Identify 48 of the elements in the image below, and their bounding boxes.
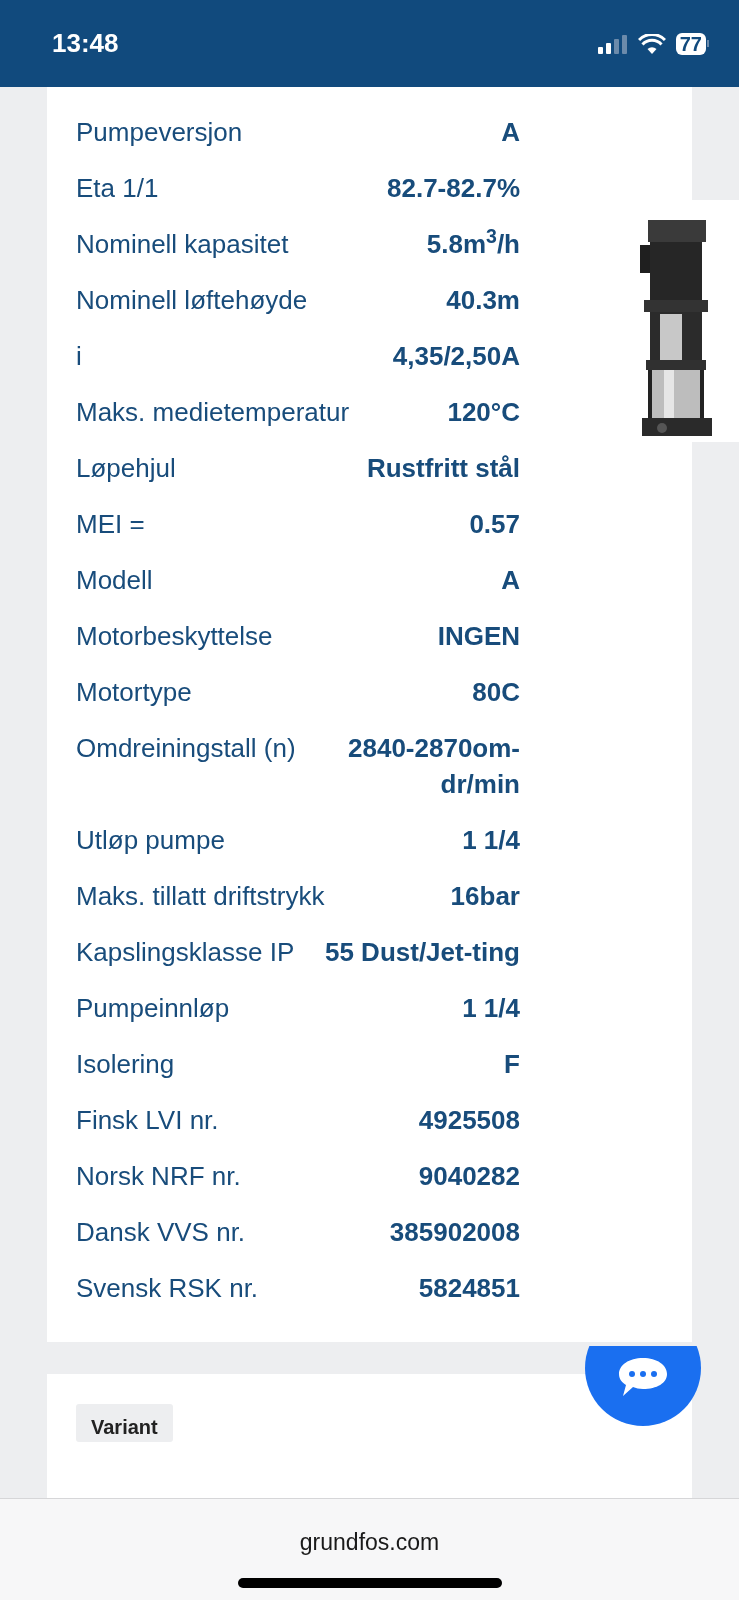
variant-tab[interactable]: Variant [76, 1404, 173, 1442]
spec-value: 2840-2870om-dr/min [347, 732, 520, 801]
spec-label: Nominell kapasitet [76, 228, 290, 261]
spec-value: 385902008 [389, 1216, 520, 1249]
spec-value: 55 Dust/Jet-ting [324, 936, 520, 969]
spec-label: Kapslingsklasse IP [76, 936, 296, 969]
spec-value: F [504, 1048, 520, 1081]
spec-value: 16bar [450, 880, 520, 913]
spec-label: Isolering [76, 1048, 176, 1081]
spec-value: 5824851 [418, 1272, 520, 1305]
spec-label: Norsk NRF nr. [76, 1160, 242, 1193]
spec-value: 4,35/2,50A [392, 340, 520, 373]
spec-label: Pumpeversjon [76, 116, 244, 149]
spec-label: Pumpeinnløp [76, 992, 231, 1025]
spec-label: Omdreiningstall (n) [76, 732, 297, 765]
spec-label: Maks. tillatt driftstrykk [76, 880, 326, 913]
spec-value: 5.8m$^{3}$/h [426, 226, 520, 261]
spec-label: Modell [76, 564, 154, 597]
spec-value: A [501, 116, 520, 149]
spec-value: 80C [472, 676, 520, 709]
spec-label: Utløp pumpe [76, 824, 226, 857]
spec-value: 82.7-82.7% [387, 172, 520, 205]
spec-value: 120°C [447, 396, 520, 429]
spec-value: 4925508 [418, 1104, 520, 1137]
spec-value: Rustfritt stål [366, 452, 520, 485]
spec-value: INGEN [437, 620, 520, 653]
spec-label: Nominell løftehøyde [76, 284, 309, 317]
spec-label: Svensk RSK nr. [76, 1272, 260, 1305]
status-time: 13:48 [52, 27, 119, 60]
spec-label: Motortype [76, 676, 193, 709]
spec-label: Finsk LVI nr. [76, 1104, 220, 1137]
spec-value: 40.3m [446, 284, 520, 317]
spec-value: 0.57 [469, 508, 520, 541]
spec-label: Motorbeskyttelse [76, 620, 274, 653]
spec-label: i [76, 340, 83, 373]
spec-label: Løpehjul [76, 452, 177, 485]
wifi-icon [637, 33, 666, 54]
battery-level: 77 [675, 32, 706, 55]
signal-icon [597, 33, 628, 54]
spec-label: MEI = [76, 508, 146, 541]
spec-label: Maks. medietemperatur [76, 396, 351, 429]
spec-value: A [501, 564, 520, 597]
spec-value: 9040282 [418, 1160, 520, 1193]
spec-label: Dansk VVS nr. [76, 1216, 247, 1249]
spec-value: 1 1/4 [462, 824, 520, 857]
spec-label: Eta 1/1 [76, 172, 160, 205]
url-text[interactable]: grundfos.com [299, 1525, 440, 1560]
spec-value: 1 1/4 [462, 992, 520, 1025]
